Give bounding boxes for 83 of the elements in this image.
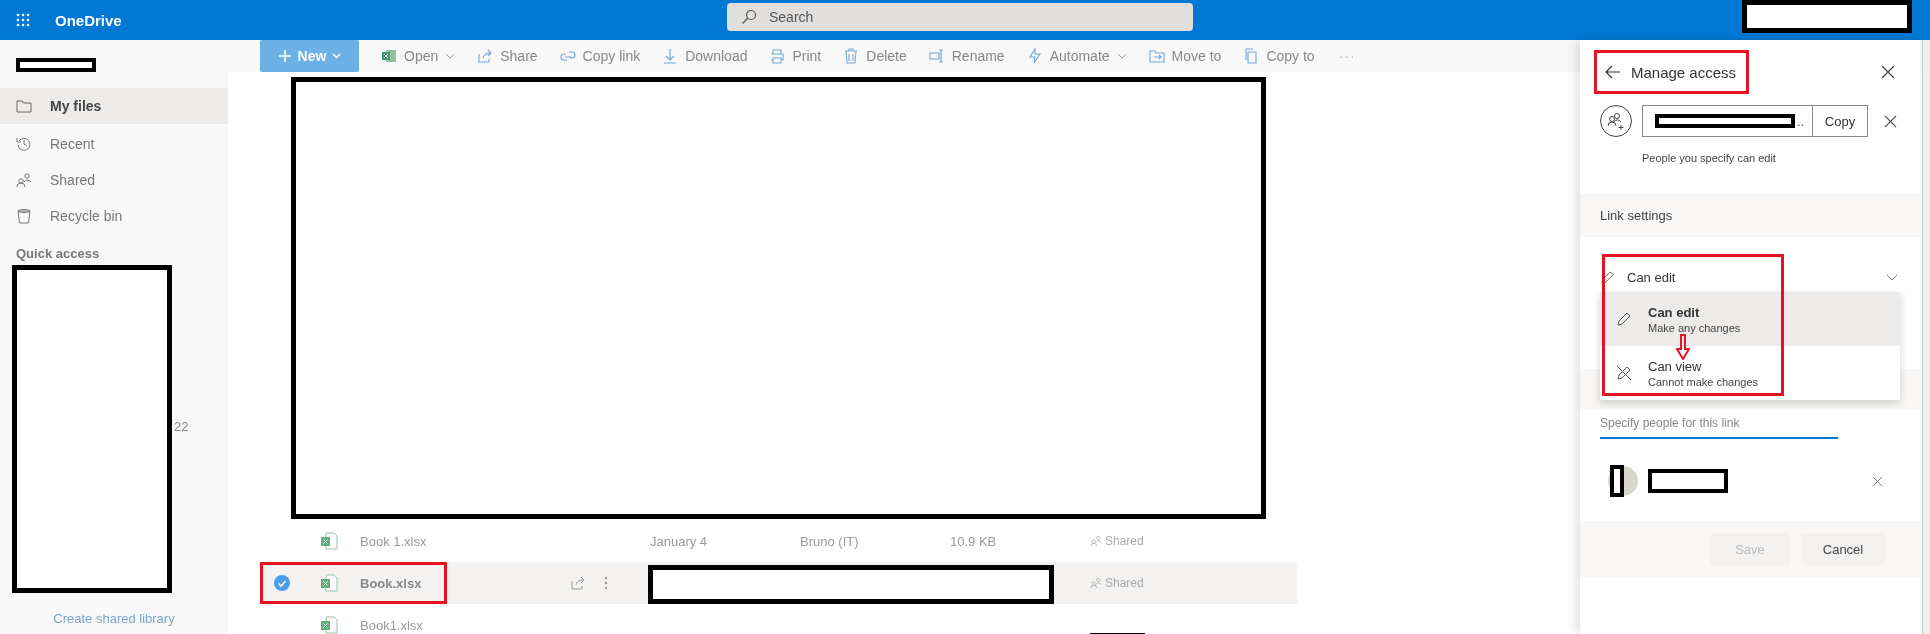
file-name[interactable]: Book 1.xlsx	[360, 533, 570, 549]
link-field[interactable]: ..	[1642, 105, 1813, 137]
more-button[interactable]: ···	[1330, 48, 1364, 64]
toolbar-button[interactable]: Automate	[1020, 40, 1133, 72]
spreadsheet-icon	[320, 532, 338, 550]
toolbar-button[interactable]: Delete	[837, 40, 913, 72]
file-name[interactable]: Book.xlsx	[360, 575, 570, 591]
chevron-icon	[445, 53, 456, 59]
app-launcher-icon[interactable]	[16, 13, 30, 27]
close-icon[interactable]	[1881, 65, 1895, 79]
toolbar-button[interactable]: Open	[375, 40, 462, 72]
menu-item[interactable]: Can edit Make any changes	[1600, 292, 1900, 346]
search-icon	[741, 9, 757, 25]
permission-dropdown[interactable]: Can edit	[1580, 259, 1920, 295]
more-options-icon[interactable]	[604, 575, 608, 591]
pencil-icon	[1600, 269, 1615, 285]
clock-icon	[16, 136, 32, 152]
toolbar-button[interactable]: Copy link	[553, 40, 647, 72]
printer-icon	[769, 48, 786, 64]
nav-item[interactable]: Shared	[0, 162, 228, 198]
people-add-icon	[1600, 105, 1632, 137]
plus-icon	[277, 49, 292, 63]
check-circle-icon[interactable]	[274, 575, 290, 591]
search-field[interactable]: Search	[727, 3, 1193, 31]
scrollbar[interactable]	[1922, 40, 1930, 634]
pencil-icon	[1616, 311, 1632, 327]
new-button[interactable]: New	[260, 40, 359, 72]
people-icon	[1090, 535, 1102, 547]
file-row[interactable]: Book.xlsx Shared	[260, 562, 1297, 604]
trash-icon	[843, 48, 860, 64]
option-description: Make any changes	[1648, 321, 1741, 334]
download-icon	[662, 48, 679, 64]
cancel-button[interactable]: Cancel	[1801, 533, 1885, 565]
toolbar-button[interactable]: Copy to	[1237, 40, 1321, 72]
file-name[interactable]: Book1.xlsx	[360, 617, 570, 633]
redaction-box	[1610, 465, 1624, 497]
folder-arrow-icon	[1148, 48, 1165, 64]
close-icon[interactable]	[1884, 114, 1897, 128]
share-icon[interactable]	[570, 575, 586, 591]
arrow-left-icon	[1605, 65, 1621, 79]
partial-text: 22	[174, 418, 189, 436]
link-icon	[559, 48, 576, 64]
sharing-status: Shared	[1105, 534, 1144, 548]
people-field[interactable]: Specify people for this link	[1600, 409, 1838, 439]
toolbar-button[interactable]: Share	[471, 40, 544, 72]
nav-item[interactable]: Recent	[0, 126, 228, 162]
caret-icon	[332, 53, 342, 59]
chevron-icon	[1116, 53, 1127, 59]
bolt-icon	[1026, 48, 1043, 64]
file-row[interactable]: Book1.xlsx	[260, 604, 1297, 634]
toolbar-button[interactable]: Rename	[922, 40, 1011, 72]
menu-item[interactable]: Can view Cannot make changes	[1600, 346, 1900, 400]
toolbar-button[interactable]: Print	[763, 40, 828, 72]
copy-icon	[1243, 48, 1260, 64]
section-heading: Link settings	[1600, 208, 1673, 223]
toolbar-button[interactable]: Download	[656, 40, 754, 72]
modified-date: January 4	[650, 533, 708, 549]
link-description: People you specify can edit	[1641, 152, 1777, 164]
spreadsheet-icon	[381, 48, 397, 64]
option-title: Can view	[1648, 358, 1703, 374]
rename-icon	[928, 48, 945, 64]
panel-title: Manage access	[1631, 63, 1737, 81]
sharing-status: Shared	[1105, 576, 1144, 590]
option-description: Cannot make changes	[1648, 375, 1759, 388]
folder-icon	[16, 99, 32, 113]
modified-by: Bruno (IT)	[800, 533, 859, 549]
chevron-icon	[1886, 273, 1898, 281]
crossed-pencil-icon	[1616, 365, 1632, 381]
people-icon	[1090, 577, 1102, 589]
nav-item[interactable]: My files	[0, 88, 228, 124]
option-title: Can edit	[1648, 304, 1701, 320]
trash-icon	[16, 208, 32, 224]
toolbar-button[interactable]: Move to	[1142, 40, 1228, 72]
people-icon	[16, 172, 32, 188]
spreadsheet-icon	[320, 574, 338, 592]
share-icon	[477, 48, 494, 64]
nav-item[interactable]: Recycle bin	[0, 198, 228, 234]
create-library-link[interactable]: Create shared library	[0, 611, 228, 626]
file-row[interactable]: Book 1.xlsx January 4 Bruno (IT) 10.9 KB Shared	[260, 520, 1297, 562]
app-name[interactable]: OneDrive	[55, 11, 122, 29]
copy-button[interactable]: Copy	[1813, 105, 1868, 137]
file-size: 10.9 KB	[950, 533, 997, 549]
section-heading: Quick access	[15, 246, 101, 261]
